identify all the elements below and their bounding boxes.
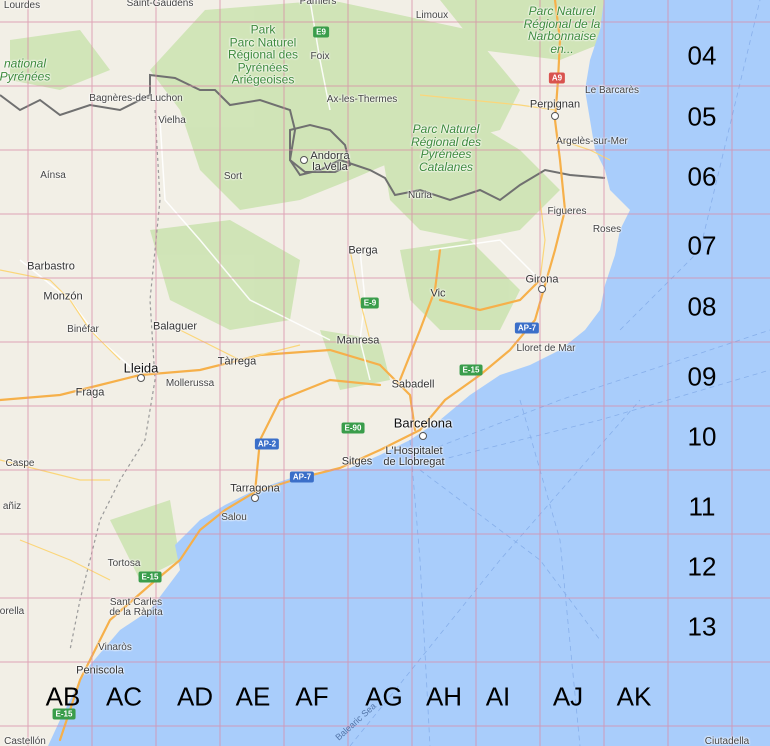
andorra-marker[interactable] [300, 156, 308, 164]
place-label: Andorra la Vella [310, 150, 350, 173]
place-label: orella [0, 606, 25, 617]
grid-col-label: AB [45, 681, 81, 712]
place-label: Tarragona [230, 482, 280, 495]
place-label: Tortosa [107, 558, 141, 569]
grid-col-label: AH [425, 681, 463, 712]
grid-row-label: 05 [687, 101, 717, 132]
place-label: Mollerussa [165, 378, 215, 389]
place-label: Manresa [336, 334, 380, 347]
place-label: Sabadell [391, 378, 435, 391]
grid-row-label: 09 [687, 361, 717, 392]
grid-row-label: 12 [687, 551, 717, 582]
place-label: Foix [310, 51, 330, 62]
place-label: Aínsa [40, 170, 66, 181]
place-label: Argelès-sur-Mer [556, 136, 628, 147]
grid-row-label: 11 [688, 491, 716, 522]
map-canvas[interactable]: Lourdes Saint-Gaudens Pamiers Limoux Bagnère… [0, 0, 770, 746]
road-shield: E-90 [341, 422, 365, 434]
place-label: Balaguer [152, 320, 198, 333]
place-label: Ciutadella [704, 736, 750, 746]
grid-col-label: AG [365, 681, 403, 712]
place-label: Vielha [158, 115, 186, 126]
place-label: Vinaròs [98, 642, 132, 653]
place-label: Núria [408, 190, 432, 201]
barcelona-marker[interactable] [419, 432, 427, 440]
grid-col-label: AC [105, 681, 143, 712]
place-label: Roses [592, 224, 622, 235]
road-shield: A9 [548, 72, 566, 84]
grid-row-label: 13 [687, 611, 717, 642]
place-label: Binéfar [67, 324, 99, 335]
road-shield: E-9 [360, 297, 380, 309]
grid-col-label: AE [235, 681, 271, 712]
grid-col-label: AJ [552, 681, 584, 712]
place-label: Lourdes [3, 0, 41, 11]
road-shield: AP-7 [514, 322, 540, 334]
place-label: Lloret de Mar [516, 343, 576, 354]
place-label: Castellón [4, 736, 46, 746]
place-label: Peniscola [76, 664, 124, 677]
place-label: Lleida [123, 360, 159, 376]
place-label: Ax-les-Thermes [326, 94, 398, 105]
grid-col-label: AK [616, 681, 652, 712]
grid-col-label: AD [176, 681, 214, 712]
park-label-catalanes: Parc Naturel Régional des Pyrénées Catal… [410, 121, 482, 174]
road-shield: E9 [313, 26, 329, 38]
grid-col-label: AI [485, 681, 511, 712]
place-label: Bagnères-de-Luchon [89, 93, 183, 104]
road-shield: E-15 [138, 571, 162, 583]
park-label-narbonnaise: Parc Naturel Régional de la Narbonnaise … [523, 3, 601, 56]
road-shield: AP-2 [254, 438, 280, 450]
place-label: Figueres [547, 206, 587, 217]
grid-row-label: 06 [687, 161, 717, 192]
road-shield: E-15 [459, 364, 483, 376]
place-label: Caspe [5, 458, 35, 469]
grid-row-label: 08 [687, 291, 717, 322]
girona-marker[interactable] [538, 285, 546, 293]
grid-row-label: 07 [687, 230, 717, 261]
perpignan-marker[interactable] [551, 112, 559, 120]
park-label-ariegeoises: Park Parc Naturel Régional des Pyrénées … [227, 22, 299, 87]
grid-row-label: 10 [687, 421, 717, 452]
place-label: añiz [2, 501, 22, 512]
grid-row-label: 04 [687, 40, 717, 71]
place-label: Sitges [341, 455, 373, 468]
place-label: Perpignan [529, 98, 581, 111]
map-base-layer [0, 0, 770, 746]
place-label: Girona [525, 273, 559, 286]
place-label: Vic [430, 287, 446, 300]
place-label: Salou [221, 512, 247, 523]
place-label: Sort [223, 171, 243, 182]
place-label: Fraga [75, 386, 105, 399]
place-label: Le Barcarès [585, 85, 639, 96]
place-label: Saint-Gaudens [126, 0, 194, 9]
place-label: Berga [348, 244, 378, 257]
place-label: Monzón [43, 290, 83, 303]
place-label: Barbastro [27, 260, 75, 273]
grid-col-label: AF [295, 681, 329, 712]
place-label: Pamiers [299, 0, 337, 7]
place-label: L'Hospitalet de Llobregat [383, 445, 445, 468]
tarragona-marker[interactable] [251, 494, 259, 502]
place-label: Limoux [415, 10, 449, 21]
park-label-national: national Pyrénées [0, 56, 51, 83]
road-shield: AP-7 [289, 471, 315, 483]
place-label: Barcelona [393, 415, 453, 431]
place-label: Tàrrega [217, 355, 257, 368]
place-label: Sant Carles de la Ràpita [109, 597, 163, 618]
